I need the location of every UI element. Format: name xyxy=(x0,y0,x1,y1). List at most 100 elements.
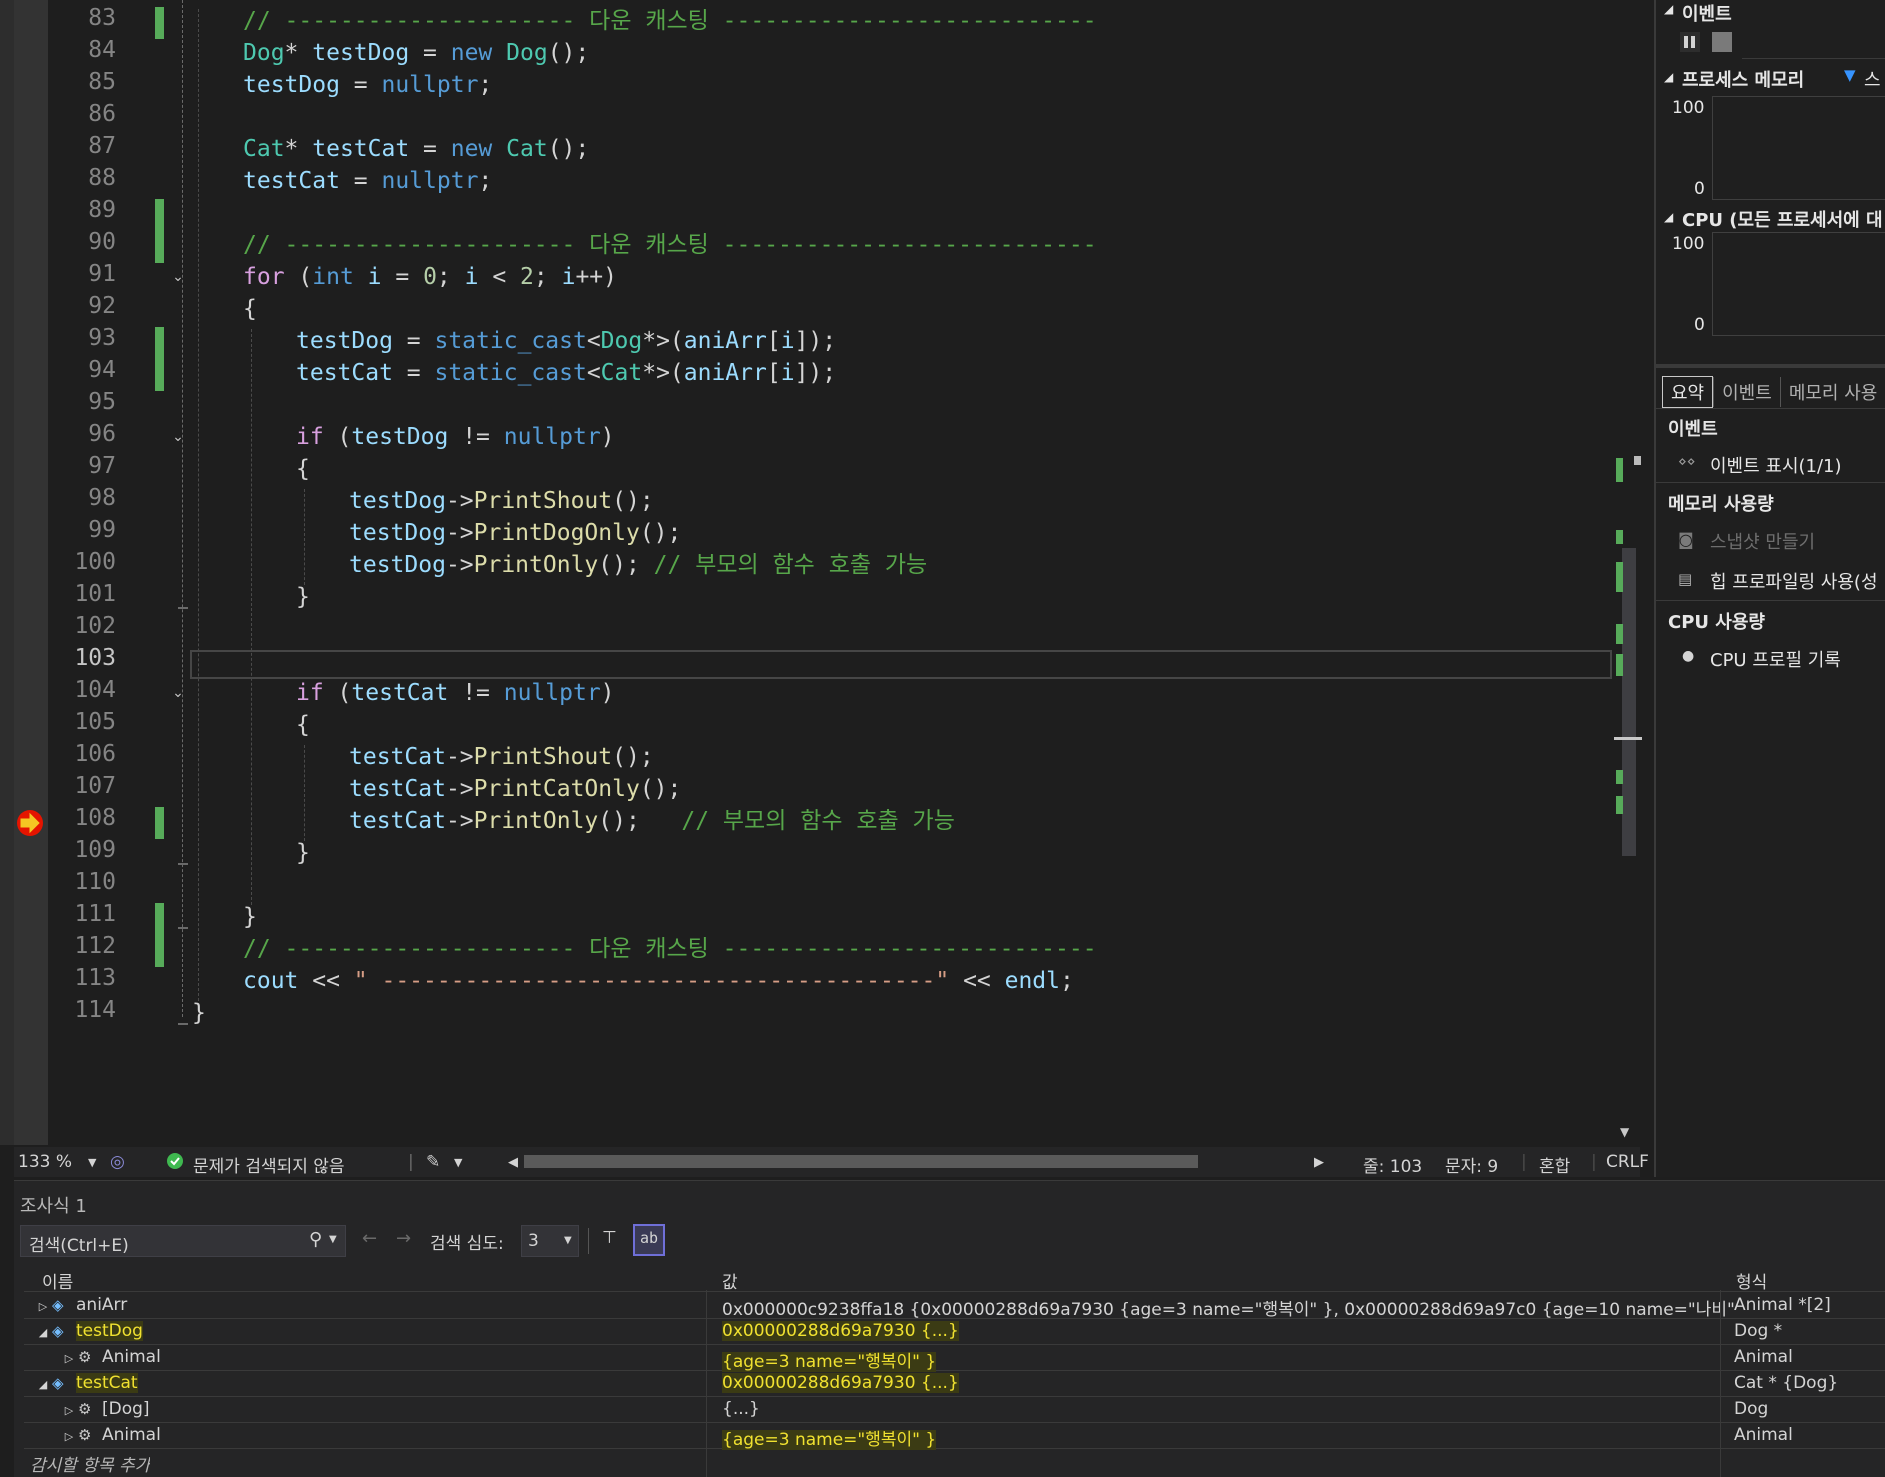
code-line[interactable]: { xyxy=(296,709,310,741)
copilot-icon[interactable]: ◎ xyxy=(110,1152,125,1172)
zoom-dropdown-icon[interactable]: ▼ xyxy=(88,1156,96,1169)
collapse-icon[interactable]: ◢ xyxy=(1664,70,1673,84)
watch-row[interactable]: ▷ ⚙ [Dog] {...} Dog xyxy=(24,1397,1885,1423)
code-cleanup-icon[interactable]: ✎ xyxy=(426,1152,440,1172)
tab-memory-usage[interactable]: 메모리 사용 xyxy=(1781,377,1885,407)
tab-summary[interactable]: 요약 xyxy=(1662,376,1714,408)
watch-value-cell[interactable]: {age=3 name="행복이" } xyxy=(722,1425,1742,1450)
collapse-arrow-icon[interactable]: ◢ xyxy=(34,1378,52,1391)
scroll-left-icon[interactable]: ◀ xyxy=(508,1155,518,1170)
watch-row[interactable]: ▷ ◈ aniArr 0x000000c9238ffa18 {0x00000288d6… xyxy=(24,1293,1885,1320)
line-indicator[interactable]: 줄: 103 xyxy=(1363,1152,1422,1177)
heap-profiling-toggle[interactable]: 힙 프로파일링 사용(성 xyxy=(1710,568,1878,594)
watch-value-cell[interactable]: {...} xyxy=(722,1399,1742,1419)
add-watch-placeholder[interactable]: 감시할 항목 추가 xyxy=(30,1451,150,1476)
code-line[interactable]: if (testDog != nullptr) xyxy=(296,421,615,453)
watch-value-cell[interactable]: 0x00000288d69a7930 {...} xyxy=(722,1321,1742,1341)
code-line[interactable]: // --------------------- 다운 캐스팅 --------… xyxy=(243,5,1097,37)
cleanup-dropdown-icon[interactable]: ▼ xyxy=(454,1156,462,1169)
watch-row[interactable]: ▷ ⚙ Animal {age=3 name="행복이" } Animal xyxy=(24,1345,1885,1372)
expand-arrow-icon[interactable]: ▷ xyxy=(60,1404,78,1417)
code-line[interactable]: } xyxy=(296,837,310,869)
search-depth-value[interactable]: 3 xyxy=(528,1231,539,1251)
watch-name-cell[interactable]: ◢ ◈ testDog xyxy=(24,1321,716,1341)
forward-arrow-icon[interactable]: → xyxy=(396,1228,411,1249)
expand-arrow-icon[interactable]: ▷ xyxy=(60,1352,78,1365)
code-line[interactable]: if (testCat != nullptr) xyxy=(296,677,615,709)
code-line[interactable]: testCat->PrintShout(); xyxy=(349,741,654,773)
eol-indicator[interactable]: CRLF xyxy=(1606,1152,1649,1172)
tab-events[interactable]: 이벤트 xyxy=(1713,377,1781,407)
hex-display-button[interactable]: ab xyxy=(633,1224,665,1256)
watch-row[interactable]: ◢ ◈ testCat 0x00000288d69a7930 {...} Cat * {… xyxy=(24,1371,1885,1397)
column-separator[interactable] xyxy=(1720,1290,1721,1477)
watch-name-cell[interactable]: ▷ ⚙ [Dog] xyxy=(24,1399,716,1419)
code-line[interactable]: testCat = static_cast<Cat*>(aniArr[i]); xyxy=(296,357,836,389)
execution-pointer-icon[interactable] xyxy=(15,808,45,838)
code-line[interactable]: } xyxy=(192,997,206,1029)
watch-name-cell[interactable]: ▷ ⚙ Animal xyxy=(24,1425,716,1445)
fold-toggle-icon[interactable]: ⌄ xyxy=(170,685,186,701)
scroll-right-icon[interactable]: ▶ xyxy=(1314,1155,1324,1170)
column-header-type[interactable]: 형식 xyxy=(1736,1268,1767,1293)
search-dropdown-icon[interactable]: ▼ xyxy=(329,1234,337,1245)
column-header-value[interactable]: 값 xyxy=(722,1268,738,1293)
watch-value-cell[interactable]: 0x00000288d69a7930 {...} xyxy=(722,1373,1742,1393)
glyph-margin[interactable] xyxy=(14,0,48,1145)
code-line[interactable]: testDog = nullptr; xyxy=(243,69,492,101)
horizontal-scrollbar-thumb[interactable] xyxy=(524,1155,1198,1168)
column-separator[interactable] xyxy=(706,1290,707,1477)
code-line[interactable]: testCat->PrintOnly(); // 부모의 함수 호출 가능 xyxy=(349,805,955,837)
code-line[interactable]: Dog* testDog = new Dog(); xyxy=(243,37,589,69)
code-line[interactable]: testDog->PrintOnly(); // 부모의 함수 호출 가능 xyxy=(349,549,927,581)
code-line[interactable]: testCat->PrintCatOnly(); xyxy=(349,773,681,805)
record-cpu-profile-button[interactable]: CPU 프로필 기록 xyxy=(1710,646,1841,672)
expand-arrow-icon[interactable]: ▷ xyxy=(60,1430,78,1443)
zoom-level[interactable]: 133 % xyxy=(18,1152,72,1172)
vertical-scrollbar-thumb[interactable] xyxy=(1622,548,1636,856)
code-line[interactable]: // --------------------- 다운 캐스팅 --------… xyxy=(243,933,1097,965)
collapse-icon[interactable]: ◢ xyxy=(1664,2,1673,16)
show-events-link[interactable]: 이벤트 표시(1/1) xyxy=(1710,452,1842,478)
column-header-name[interactable]: 이름 xyxy=(42,1268,73,1293)
watch-value-cell[interactable]: {age=3 name="행복이" } xyxy=(722,1347,1742,1372)
code-line[interactable]: for (int i = 0; i < 2; i++) xyxy=(243,261,617,293)
watch-row[interactable]: ◢ ◈ testDog 0x00000288d69a7930 {...} Dog * xyxy=(24,1319,1885,1345)
whitespace-indicator[interactable]: 혼합 xyxy=(1539,1152,1570,1177)
search-input[interactable]: 검색(Ctrl+E) xyxy=(29,1231,129,1256)
code-editor[interactable]: 83 // --------------------- 다운 캐스팅 ------… xyxy=(0,0,1642,1145)
code-line[interactable]: testCat = nullptr; xyxy=(243,165,492,197)
code-line[interactable]: } xyxy=(296,581,310,613)
watch-name-cell[interactable]: ▷ ◈ aniArr xyxy=(24,1295,716,1315)
code-line[interactable]: testDog->PrintShout(); xyxy=(349,485,654,517)
code-line[interactable]: Cat* testCat = new Cat(); xyxy=(243,133,589,165)
collapse-arrow-icon[interactable]: ◢ xyxy=(34,1326,52,1339)
code-line[interactable]: cout << " ------------------------------… xyxy=(243,965,1074,997)
code-line[interactable]: { xyxy=(243,293,257,325)
char-indicator[interactable]: 문자: 9 xyxy=(1445,1152,1498,1177)
take-snapshot-button[interactable]: 스냅샷 만들기 xyxy=(1710,528,1815,554)
code-line[interactable]: testDog->PrintDogOnly(); xyxy=(349,517,681,549)
collapse-icon[interactable]: ◢ xyxy=(1664,210,1673,224)
expand-arrow-icon[interactable]: ▷ xyxy=(34,1300,52,1313)
fold-toggle-icon[interactable]: ⌄ xyxy=(170,269,186,285)
back-arrow-icon[interactable]: ← xyxy=(362,1228,377,1249)
pause-button[interactable] xyxy=(1680,32,1700,52)
watch-name-cell[interactable]: ▷ ⚙ Animal xyxy=(24,1347,716,1367)
watch-name-cell[interactable]: ◢ ◈ testCat xyxy=(24,1373,716,1393)
watch-value-cell[interactable]: 0x000000c9238ffa18 {0x00000288d69a7930 {… xyxy=(722,1295,1742,1320)
pin-icon[interactable]: ⊤ xyxy=(602,1228,617,1248)
add-watch-row[interactable]: 감시할 항목 추가 xyxy=(24,1448,1885,1476)
fold-toggle-icon[interactable]: ⌄ xyxy=(170,429,186,445)
scroll-down-icon[interactable]: ▼ xyxy=(1620,1125,1629,1139)
watch-search-box[interactable]: 검색(Ctrl+E) ⚲ ▼ xyxy=(20,1225,346,1257)
search-icon[interactable]: ⚲ xyxy=(309,1229,322,1250)
search-depth-select[interactable]: 3 ▼ xyxy=(521,1225,579,1257)
stop-button[interactable] xyxy=(1712,32,1732,52)
depth-dropdown-icon[interactable]: ▼ xyxy=(564,1235,572,1246)
watch-row[interactable]: ▷ ⚙ Animal {age=3 name="행복이" } Animal xyxy=(24,1423,1885,1450)
code-line[interactable]: // --------------------- 다운 캐스팅 --------… xyxy=(243,229,1097,261)
code-line[interactable]: testDog = static_cast<Dog*>(aniArr[i]); xyxy=(296,325,836,357)
issues-status[interactable]: 문제가 검색되지 않음 xyxy=(193,1152,345,1177)
code-line[interactable]: } xyxy=(243,901,257,933)
